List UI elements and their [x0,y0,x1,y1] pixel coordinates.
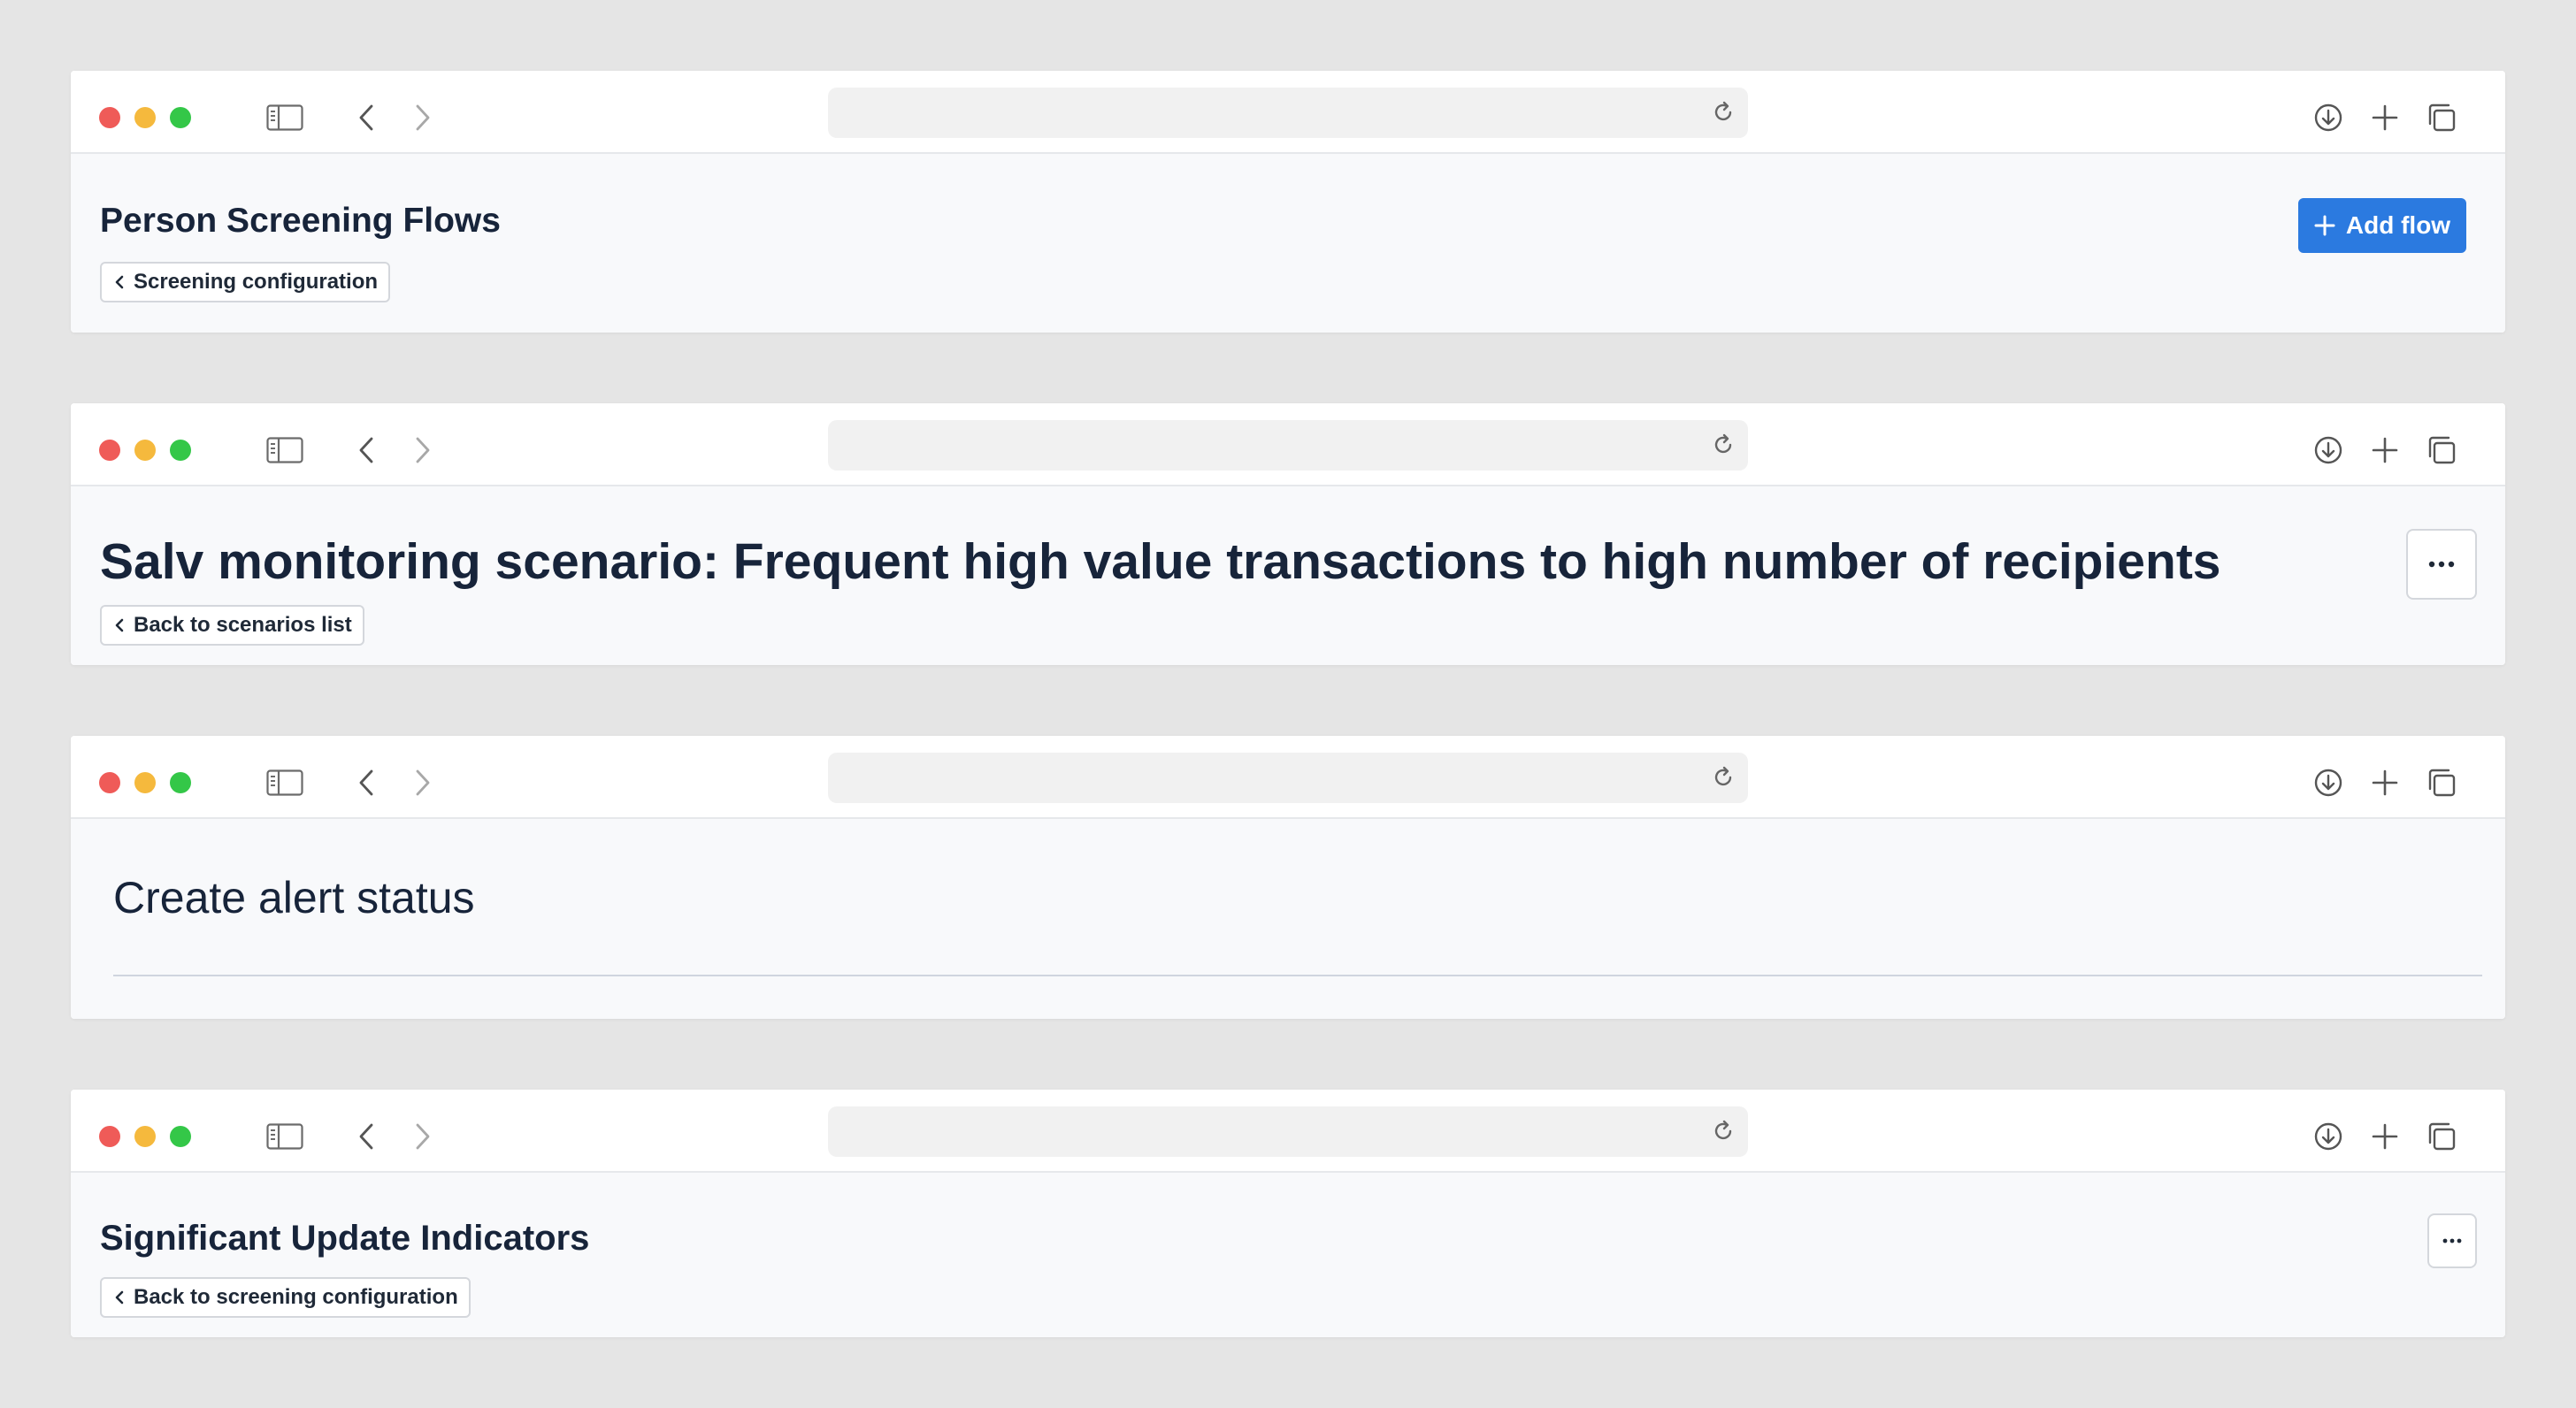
reload-icon[interactable] [1707,1115,1739,1147]
reload-icon[interactable] [1707,761,1739,793]
download-icon[interactable] [2307,1115,2350,1158]
browser-toolbar [71,736,2505,819]
close-window-button[interactable] [99,1126,120,1147]
browser-window-salv-scenario: Salv monitoring scenario: Frequent high … [71,403,2505,665]
tabs-overview-icon[interactable] [2420,1115,2463,1158]
page-header: Significant Update Indicators Back to sc… [71,1173,2505,1337]
zoom-window-button[interactable] [170,107,191,128]
back-arrow-icon[interactable] [349,429,384,471]
forward-arrow-icon[interactable] [405,429,441,471]
new-tab-icon[interactable] [2364,761,2406,804]
browser-toolbar [71,1090,2505,1173]
more-options-button[interactable] [2406,529,2477,600]
chevron-left-icon [115,275,124,289]
address-bar[interactable] [828,420,1748,471]
address-bar[interactable] [828,1106,1748,1157]
new-tab-icon[interactable] [2364,429,2406,471]
browser-toolbar [71,403,2505,486]
forward-arrow-icon[interactable] [405,96,441,139]
back-link-label: Back to screening configuration [134,1285,458,1309]
browser-window-significant-update-indicators: Significant Update Indicators Back to sc… [71,1090,2505,1337]
header-divider [113,975,2482,976]
more-icon [2442,1238,2462,1243]
reload-icon[interactable] [1707,96,1739,128]
chevron-left-icon [115,618,124,632]
back-link-screening-configuration[interactable]: Screening configuration [100,262,391,302]
minimize-window-button[interactable] [134,440,156,461]
page-header: Person Screening Flows Screening configu… [71,154,2505,333]
more-options-button[interactable] [2427,1213,2477,1268]
new-tab-icon[interactable] [2364,96,2406,139]
address-bar[interactable] [828,88,1748,138]
add-flow-button[interactable]: Add flow [2298,198,2466,253]
forward-arrow-icon[interactable] [405,1115,441,1158]
sidebar-icon[interactable] [264,429,306,471]
download-icon[interactable] [2307,761,2350,804]
sidebar-icon[interactable] [264,761,306,804]
close-window-button[interactable] [99,772,120,793]
page-header: Salv monitoring scenario: Frequent high … [71,486,2505,665]
back-arrow-icon[interactable] [349,96,384,139]
back-link-label: Back to scenarios list [134,613,352,637]
browser-toolbar [71,71,2505,154]
close-window-button[interactable] [99,440,120,461]
back-link-scenarios-list[interactable]: Back to scenarios list [100,605,364,646]
address-bar[interactable] [828,753,1748,803]
browser-window-create-alert-status: Create alert status [71,736,2505,1019]
forward-arrow-icon[interactable] [405,761,441,804]
plus-icon [2314,215,2335,236]
reload-icon[interactable] [1707,429,1739,461]
download-icon[interactable] [2307,96,2350,139]
page-title: Create alert status [113,873,475,922]
back-arrow-icon[interactable] [349,1115,384,1158]
new-tab-icon[interactable] [2364,1115,2406,1158]
sidebar-icon[interactable] [264,1115,306,1158]
minimize-window-button[interactable] [134,1126,156,1147]
chevron-left-icon [115,1290,124,1305]
browser-window-person-screening-flows: Person Screening Flows Screening configu… [71,71,2505,333]
back-arrow-icon[interactable] [349,761,384,804]
close-window-button[interactable] [99,107,120,128]
minimize-window-button[interactable] [134,772,156,793]
tabs-overview-icon[interactable] [2420,429,2463,471]
sidebar-icon[interactable] [264,96,306,139]
page-header: Create alert status [71,819,2505,1019]
add-flow-label: Add flow [2345,211,2451,239]
page-title: Salv monitoring scenario: Frequent high … [100,533,2221,590]
back-link-label: Screening configuration [134,270,379,294]
minimize-window-button[interactable] [134,107,156,128]
tabs-overview-icon[interactable] [2420,96,2463,139]
zoom-window-button[interactable] [170,440,191,461]
page-title: Person Screening Flows [100,202,501,240]
page-title: Significant Update Indicators [100,1219,590,1258]
download-icon[interactable] [2307,429,2350,471]
tabs-overview-icon[interactable] [2420,761,2463,804]
more-icon [2428,561,2455,568]
back-link-screening-configuration[interactable]: Back to screening configuration [100,1277,471,1318]
zoom-window-button[interactable] [170,772,191,793]
zoom-window-button[interactable] [170,1126,191,1147]
